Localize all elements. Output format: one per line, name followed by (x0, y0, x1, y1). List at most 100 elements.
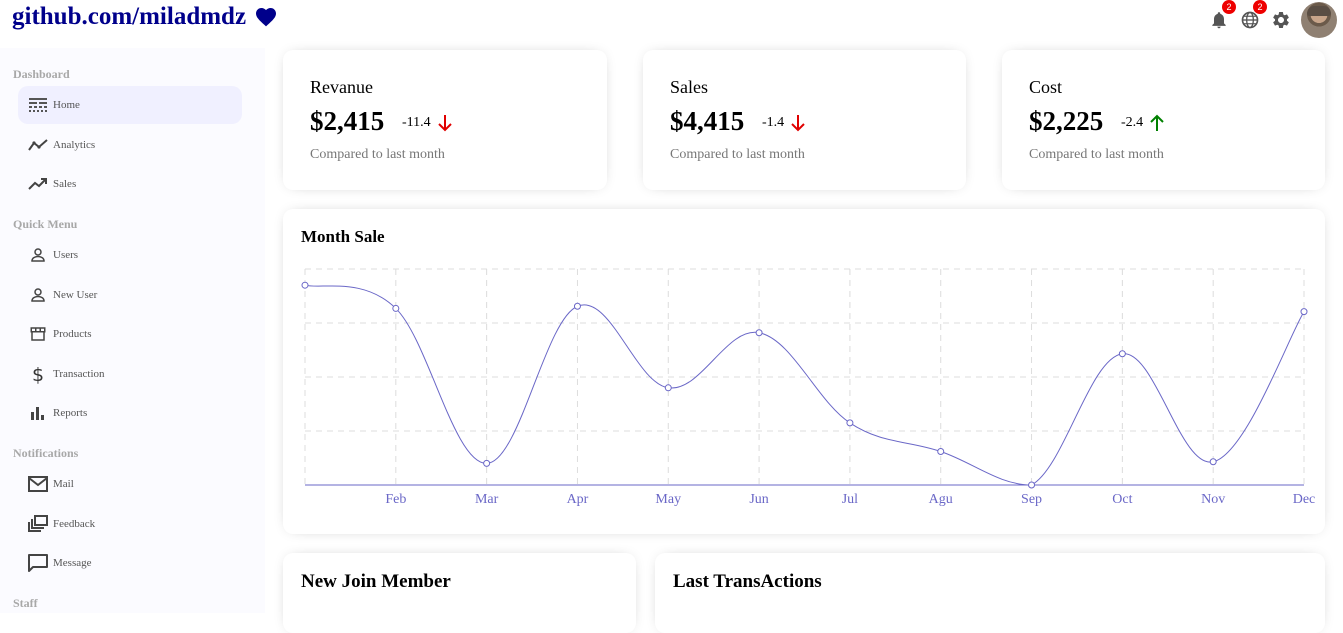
data-point (1028, 481, 1036, 489)
notifications-badge: 2 (1222, 0, 1236, 14)
sidebar-item-products[interactable]: Products (18, 315, 242, 353)
sidebar-item-analytics[interactable]: Analytics (18, 126, 242, 164)
widget-last-transactions: Last TransActions (655, 553, 1325, 633)
x-tick-label: Agu (929, 492, 953, 507)
arrow-up-icon (1150, 114, 1164, 131)
sidebar-item-users[interactable]: Users (18, 236, 242, 274)
sidebar-item-label: New User (53, 289, 98, 301)
featured-title: Sales (670, 77, 708, 97)
x-tick-label: Sep (1021, 492, 1042, 507)
sidebar-item-reports[interactable]: Reports (18, 394, 242, 432)
data-point (664, 384, 672, 392)
widget-new-members: New Join Member (283, 553, 636, 633)
data-point (1118, 350, 1126, 358)
data-point (755, 329, 763, 337)
sidebar-item-label: Reports (53, 407, 88, 419)
svg-text:$: $ (32, 364, 44, 384)
mail-icon (28, 474, 48, 494)
language-badge: 2 (1253, 0, 1267, 14)
featured-sub: Compared to last month (1029, 147, 1164, 162)
x-tick-label: Apr (567, 492, 589, 507)
data-point (937, 448, 945, 456)
featured-sub: Compared to last month (670, 147, 805, 162)
sidebar-item-label: Feedback (53, 518, 96, 530)
featured-money: $2,415 (310, 106, 385, 136)
featured-money: $4,415 (670, 106, 745, 136)
topbar-icons: 2 2 (1208, 0, 1343, 40)
arrow-down-icon (437, 115, 452, 132)
chat-bubble-icon (28, 553, 48, 573)
timeline-icon (28, 135, 48, 155)
settings-icon[interactable] (1270, 9, 1292, 31)
sidebar-item-label: Products (53, 328, 92, 340)
series-line (304, 284, 1305, 486)
featured-card-revenue: Revanue $2,415 -11.4 Compared to last mo… (283, 50, 607, 190)
x-tick-label: Nov (1201, 492, 1225, 507)
notifications-icon[interactable]: 2 (1208, 0, 1236, 31)
topbar: github.com/miladmdz 2 2 (0, 0, 1343, 48)
widget-title: Last TransActions (673, 571, 822, 592)
section-title-quick-menu: Quick Menu (13, 217, 78, 231)
month-sale-chart: Feb Mar Apr May Jun Jul Agu Sep Oct Nov Dec (301, 268, 1316, 507)
featured-rate-value: -1.4 (762, 115, 785, 130)
sidebar-item-feedback[interactable]: Feedback (18, 505, 242, 543)
trending-up-icon (28, 174, 48, 194)
sidebar-item-label: Sales (53, 178, 77, 190)
sidebar-item-label: Transaction (53, 368, 105, 380)
data-point (573, 302, 581, 310)
line-style-icon (28, 95, 48, 115)
data-point (1300, 308, 1308, 316)
featured-title: Revanue (310, 77, 373, 97)
logo-text: github.com/miladmdz (12, 3, 247, 30)
person-icon (28, 245, 48, 265)
sidebar-item-transaction[interactable]: $ Transaction (18, 355, 242, 393)
x-tick-label: Feb (385, 492, 406, 507)
sidebar-item-message[interactable]: Message (18, 544, 242, 582)
avatar[interactable] (1301, 2, 1337, 38)
featured-rate-value: -11.4 (402, 115, 431, 130)
dynamic-feed-icon (28, 514, 48, 534)
x-tick-label: Oct (1112, 492, 1132, 507)
featured-money: $2,225 (1029, 106, 1104, 136)
section-title-dashboard: Dashboard (13, 67, 70, 81)
sidebar-item-label: Analytics (53, 139, 96, 151)
featured-sub: Compared to last month (310, 147, 445, 162)
x-tick-label: Jun (749, 492, 768, 507)
featured-card-sales: Sales $4,415 -1.4 Compared to last month (643, 50, 966, 190)
data-point (301, 281, 309, 289)
sidebar-item-label: Message (53, 557, 92, 569)
sidebar-item-label: Users (53, 249, 79, 261)
x-tick-label: Dec (1293, 492, 1316, 507)
sidebar-item-new-user[interactable]: New User (18, 276, 242, 314)
dollar-icon: $ (28, 364, 48, 384)
featured-rate: -1.4 (762, 114, 806, 132)
section-title-notifications: Notifications (13, 446, 79, 460)
sidebar: Dashboard Home Analytics Sales Quick Men… (0, 48, 265, 613)
sidebar-item-label: Home (53, 99, 80, 111)
chart-title: Month Sale (301, 227, 385, 246)
data-point (392, 304, 400, 312)
featured-rate: -11.4 (402, 114, 453, 132)
language-icon[interactable]: 2 (1239, 0, 1267, 31)
featured-rate-value: -2.4 (1121, 115, 1144, 130)
data-point (1209, 458, 1217, 466)
x-tick-label: Jul (842, 492, 858, 507)
chart-card: Feb Mar Apr May Jun Jul Agu Sep Oct Nov Dec Month … (283, 209, 1325, 534)
sidebar-item-mail[interactable]: Mail (18, 465, 242, 503)
bar-chart-icon (28, 403, 48, 423)
storefront-icon (28, 324, 48, 344)
sidebar-item-label: Mail (53, 478, 74, 490)
featured-title: Cost (1029, 77, 1063, 97)
person-outline-icon (28, 285, 48, 305)
data-point (846, 419, 854, 427)
featured-rate: -2.4 (1121, 114, 1165, 132)
sidebar-item-home[interactable]: Home (18, 86, 242, 124)
logo[interactable]: github.com/miladmdz (12, 3, 280, 31)
widget-title: New Join Member (301, 571, 451, 592)
heart-icon (256, 8, 277, 27)
x-tick-label: Mar (475, 492, 499, 507)
sidebar-item-sales[interactable]: Sales (18, 165, 242, 203)
x-tick-label: May (655, 492, 681, 507)
arrow-down-icon (791, 115, 805, 132)
section-title-staff: Staff (13, 596, 38, 610)
